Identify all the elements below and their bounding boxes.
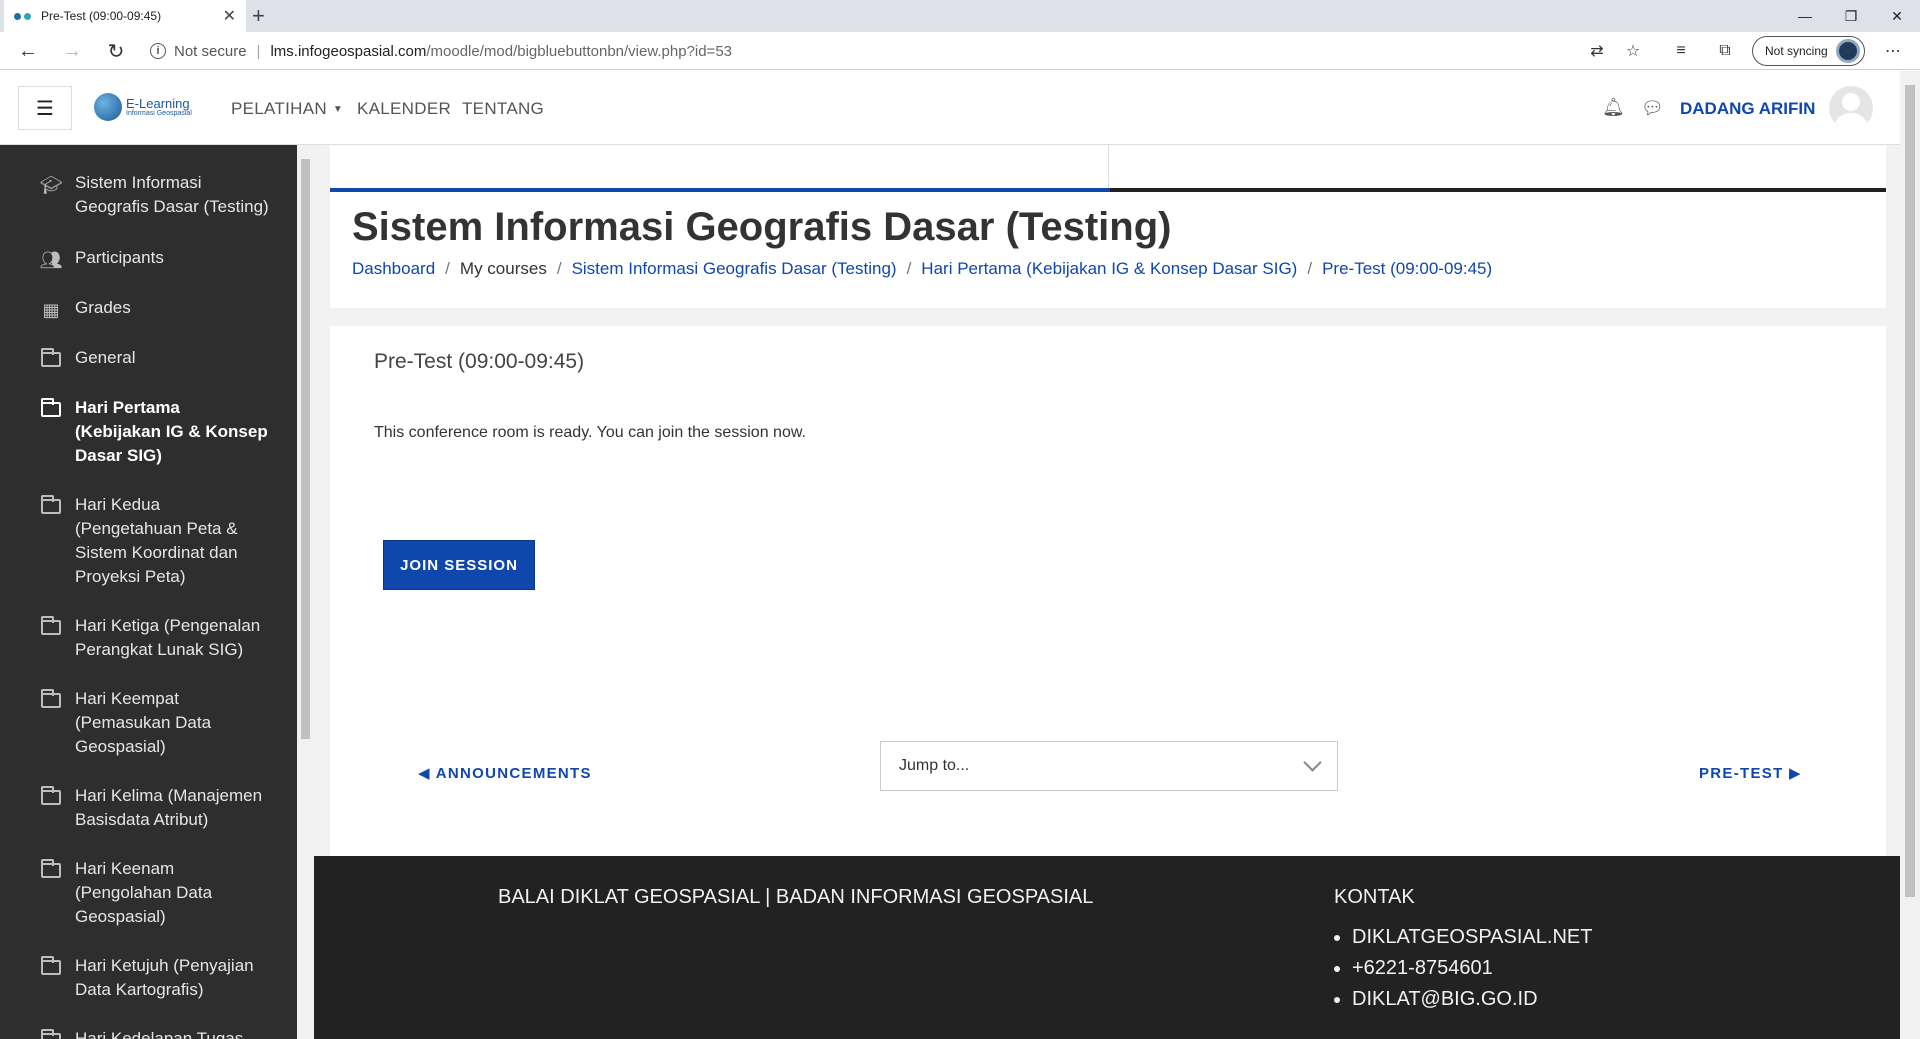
close-tab-icon[interactable]: ✕	[223, 6, 236, 26]
refresh-icon[interactable]: ↻	[102, 38, 130, 64]
folder-icon	[40, 784, 62, 832]
user-avatar[interactable]	[1829, 86, 1873, 130]
collections-icon[interactable]: ⧉	[1714, 40, 1736, 62]
folder-icon	[40, 396, 62, 468]
breadcrumb-my-courses: My courses	[459, 259, 547, 278]
jump-to-value: Jump to...	[899, 757, 970, 774]
tab-title: Pre-Test (09:00-09:45)	[41, 9, 162, 23]
logo-subtitle: Informasi Geospasial	[126, 110, 192, 117]
main-content: Sistem Informasi Geografis Dasar (Testin…	[314, 145, 1900, 1039]
breadcrumb: Dashboard / My courses / Sistem Informas…	[352, 259, 1493, 279]
sidebar-item-hari-ketiga[interactable]: Hari Ketiga (Pengenalan Perangkat Lunak …	[0, 614, 297, 662]
site-footer: BALAI DIKLAT GEOSPASIAL | BADAN INFORMAS…	[314, 856, 1900, 1039]
breadcrumb-dashboard[interactable]: Dashboard	[352, 259, 435, 279]
page-header: Sistem Informasi Geografis Dasar (Testin…	[330, 145, 1886, 308]
join-session-button[interactable]: JOIN SESSION	[383, 540, 535, 590]
folder-icon	[40, 493, 62, 589]
back-icon[interactable]: ←	[14, 38, 42, 64]
profile-avatar-icon	[1835, 39, 1860, 63]
url-path: /moodle/mod/bigbluebuttonbn/view.php?id=…	[426, 42, 733, 60]
sidebar-item-hari-pertama[interactable]: Hari Pertama (Kebijakan IG & Konsep Dasa…	[0, 396, 297, 468]
users-icon: 👥︎	[39, 250, 63, 270]
menu-pelatihan[interactable]: PELATIHAN ▼	[231, 99, 343, 119]
footer-org: BALAI DIKLAT GEOSPASIAL | BADAN INFORMAS…	[498, 886, 1094, 908]
folder-icon	[40, 346, 62, 370]
footer-contact-heading: KONTAK	[1334, 886, 1415, 908]
sync-label: Not syncing	[1765, 44, 1828, 58]
sidebar-item-general[interactable]: General	[0, 346, 297, 370]
jump-to-select[interactable]: Jump to...	[880, 741, 1338, 791]
browser-tab[interactable]: Pre-Test (09:00-09:45) ✕	[4, 0, 246, 32]
breadcrumb-course[interactable]: Sistem Informasi Geografis Dasar (Testin…	[572, 259, 897, 279]
folder-icon	[40, 614, 62, 662]
address-bar: ← → ↻ i Not secure | lms.infogeospasial.…	[0, 32, 1920, 70]
graduation-cap-icon: 🎓︎	[39, 175, 63, 195]
close-window-icon[interactable]: ✕	[1874, 0, 1920, 32]
site-logo[interactable]: E-Learning Informasi Geospasial	[94, 93, 192, 121]
forward-icon[interactable]: →	[58, 38, 86, 64]
sidebar-item-hari-keempat[interactable]: Hari Keempat (Pemasukan Data Geospasial)	[0, 687, 297, 759]
hamburger-menu-icon[interactable]: ☰	[18, 86, 72, 130]
minimize-icon[interactable]: —	[1782, 0, 1828, 32]
site-navbar: ☰ E-Learning Informasi Geospasial PELATI…	[0, 71, 1900, 145]
footer-contact-phone: +6221-8754601	[1334, 953, 1592, 984]
page-scrollbar[interactable]	[1900, 71, 1920, 1039]
sidebar-item-hari-ketujuh[interactable]: Hari Ketujuh (Penyajian Data Kartografis…	[0, 954, 297, 1002]
sidebar-item-hari-kelima[interactable]: Hari Kelima (Manajemen Basisdata Atribut…	[0, 784, 297, 832]
favorites-list-icon[interactable]: ≡	[1670, 40, 1692, 62]
course-sidebar: 🎓︎ Sistem Informasi Geografis Dasar (Tes…	[0, 145, 297, 1039]
favicon-icon	[14, 12, 31, 20]
sync-button[interactable]: Not syncing	[1752, 36, 1865, 66]
menu-kalender[interactable]: KALENDER	[357, 99, 451, 119]
sidebar-scrollbar[interactable]	[297, 145, 314, 1039]
new-tab-icon[interactable]: +	[252, 3, 265, 29]
sidebar-item-hari-keenam[interactable]: Hari Keenam (Pengolahan Data Geospasial)	[0, 857, 297, 929]
translate-icon[interactable]: ⇄	[1586, 40, 1608, 62]
sidebar-item-hari-kedelapan[interactable]: Hari Kedelapan Tugas	[0, 1027, 297, 1039]
globe-logo-icon	[94, 93, 122, 121]
logo-title: E-Learning	[126, 96, 190, 111]
activity-card: Pre-Test (09:00-09:45) This conference r…	[330, 326, 1886, 856]
browser-tabbar: Pre-Test (09:00-09:45) ✕ + — ❐ ✕	[0, 0, 1920, 32]
notification-bell-icon[interactable]: 🔔︎	[1602, 97, 1625, 118]
caret-down-icon: ▼	[332, 104, 344, 116]
user-name[interactable]: DADANG ARIFIN	[1680, 99, 1815, 119]
url-field[interactable]: i Not secure | lms.infogeospasial.com /m…	[150, 38, 732, 64]
status-message: This conference room is ready. You can j…	[374, 424, 806, 441]
maximize-icon[interactable]: ❐	[1828, 0, 1874, 32]
sidebar-item-participants[interactable]: 👥︎ Participants	[0, 246, 297, 272]
folder-icon	[40, 1027, 62, 1039]
folder-icon	[40, 954, 62, 1002]
table-icon: ▦	[42, 300, 60, 320]
next-activity-link[interactable]: PRE-TEST ▶	[1699, 764, 1802, 782]
info-icon[interactable]: i	[150, 43, 166, 59]
sidebar-item-grades[interactable]: ▦ Grades	[0, 296, 297, 322]
activity-title: Pre-Test (09:00-09:45)	[374, 350, 585, 373]
window-controls: — ❐ ✕	[1782, 0, 1920, 32]
previous-activity-link[interactable]: ◀ ANNOUNCEMENTS	[418, 764, 592, 782]
favorite-star-icon[interactable]: ☆	[1622, 40, 1644, 62]
chevron-down-icon	[1303, 753, 1322, 772]
security-label: Not secure	[174, 42, 247, 60]
footer-contact-email[interactable]: DIKLAT@BIG.GO.ID	[1334, 984, 1592, 1015]
sidebar-item-course[interactable]: 🎓︎ Sistem Informasi Geografis Dasar (Tes…	[0, 171, 297, 219]
folder-icon	[40, 857, 62, 929]
more-options-icon[interactable]: ⋯	[1882, 40, 1904, 62]
url-host: lms.infogeospasial.com	[270, 42, 427, 60]
footer-contact-list: DIKLATGEOSPASIAL.NET +6221-8754601 DIKLA…	[1334, 922, 1592, 1015]
breadcrumb-activity[interactable]: Pre-Test (09:00-09:45)	[1322, 259, 1492, 279]
page-title: Sistem Informasi Geografis Dasar (Testin…	[352, 205, 1172, 249]
folder-icon	[40, 687, 62, 759]
menu-tentang[interactable]: TENTANG	[462, 99, 544, 119]
messages-icon[interactable]: 💬︎	[1641, 98, 1664, 119]
sidebar-item-hari-kedua[interactable]: Hari Kedua (Pengetahuan Peta & Sistem Ko…	[0, 493, 297, 589]
footer-contact-website[interactable]: DIKLATGEOSPASIAL.NET	[1334, 922, 1592, 953]
breadcrumb-section[interactable]: Hari Pertama (Kebijakan IG & Konsep Dasa…	[921, 259, 1297, 279]
